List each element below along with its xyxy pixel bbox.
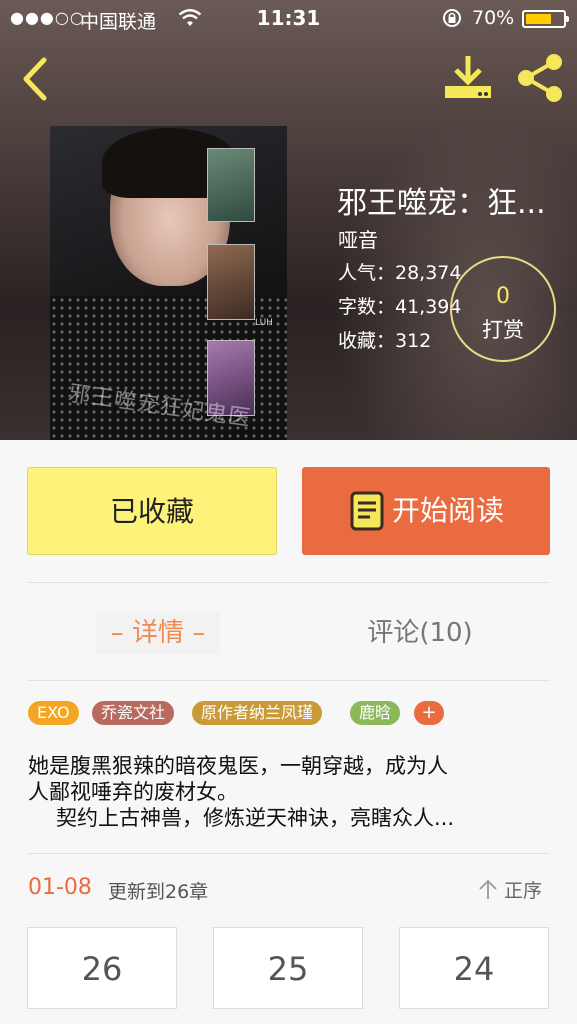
cover-tag: LUH — [255, 318, 273, 328]
sort-order-label: 正序 — [504, 880, 543, 902]
chapter-item[interactable]: 26 — [27, 927, 177, 1009]
rotation-lock-icon — [443, 9, 461, 27]
divider — [27, 582, 550, 583]
favorited-button[interactable]: 已收藏 — [27, 467, 277, 555]
tag-luhan[interactable]: 鹿晗 — [350, 701, 401, 725]
tab-details[interactable]: – 详情 – — [96, 612, 220, 654]
download-button[interactable] — [440, 52, 496, 102]
book-title: 邪王噬宠：狂... — [337, 186, 546, 221]
chapter-item[interactable]: 24 — [399, 927, 549, 1009]
divider — [27, 680, 550, 681]
share-button[interactable] — [512, 50, 568, 106]
tip-label: 打赏 — [482, 318, 524, 342]
synopsis[interactable]: 她是腹黑狠辣的暗夜鬼医，一朝穿越，成为人 人鄙视唾弃的废材女。 契约上古神兽，修… — [28, 753, 550, 831]
book-cover[interactable]: LUH 邪王噬宠狂妃鬼医 — [50, 126, 287, 440]
tag-publisher[interactable]: 乔瓷文社 — [92, 701, 175, 725]
book-icon — [350, 491, 384, 531]
word-count-stat: 字数：41,394 — [338, 296, 462, 318]
cover-thumbnail — [207, 148, 255, 222]
favorites-stat: 收藏：312 — [338, 330, 432, 352]
battery-percent: 70% — [472, 7, 515, 29]
tab-comments[interactable]: 评论(10) — [350, 612, 490, 654]
back-button[interactable] — [16, 54, 56, 104]
start-reading-label: 开始阅读 — [392, 494, 505, 527]
synopsis-line: 契约上古神兽，修炼逆天神诀，亮瞎众人... — [56, 806, 455, 830]
tip-button[interactable]: 0 打赏 — [450, 256, 556, 362]
battery-fill — [526, 14, 551, 24]
arrow-up-icon — [479, 879, 497, 899]
cover-thumbnail — [207, 244, 255, 320]
tip-count: 0 — [496, 284, 510, 309]
start-reading-button[interactable]: 开始阅读 — [302, 467, 550, 555]
update-date: 01-08 — [28, 875, 92, 900]
popularity-stat: 人气：28,374 — [338, 262, 462, 284]
chapter-item[interactable]: 25 — [213, 927, 363, 1009]
divider — [27, 853, 550, 854]
battery-icon — [522, 10, 569, 28]
status-bar: ●●●○○ 中国联通 11:31 70% — [0, 0, 577, 38]
tag-exo[interactable]: EXO — [28, 701, 79, 725]
book-header: ●●●○○ 中国联通 11:31 70% LUH 邪王噬宠狂妃鬼医 邪王噬宠：狂… — [0, 0, 577, 440]
tag-original-author[interactable]: 原作者纳兰凤瑾 — [192, 701, 323, 725]
synopsis-line: 人鄙视唾弃的废材女。 — [28, 780, 238, 804]
add-tag-button[interactable]: + — [414, 701, 444, 725]
update-text: 更新到26章 — [108, 881, 209, 903]
synopsis-line: 她是腹黑狠辣的暗夜鬼医，一朝穿越，成为人 — [28, 754, 448, 778]
book-author[interactable]: 哑音 — [338, 224, 378, 253]
